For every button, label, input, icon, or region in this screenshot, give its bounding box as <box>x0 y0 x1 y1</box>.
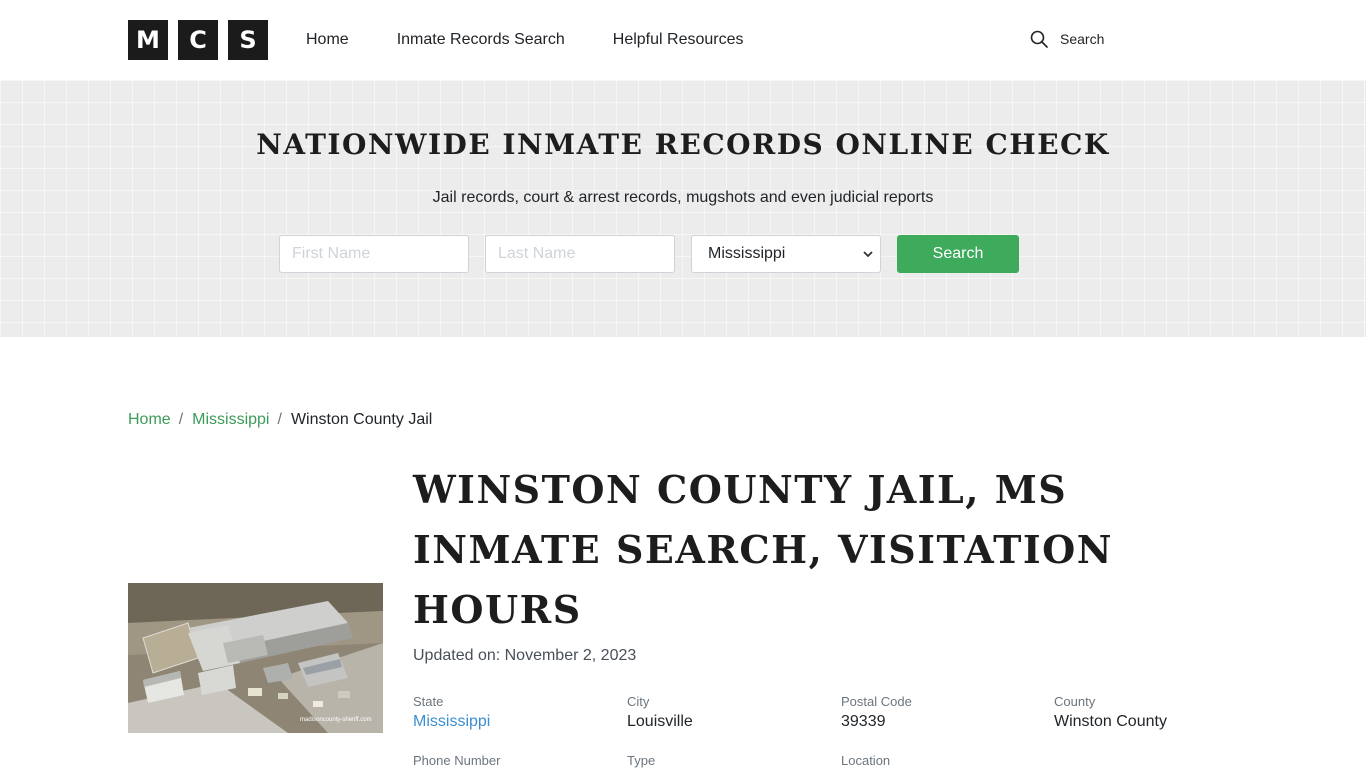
search-icon <box>1030 30 1048 48</box>
header-search-label: Search <box>1060 31 1105 47</box>
hero-search-section: NATIONWIDE INMATE RECORDS ONLINE CHECK J… <box>0 80 1366 337</box>
updated-date: Updated on: November 2, 2023 <box>413 647 637 664</box>
logo-letter-s: S <box>228 20 268 60</box>
fact-value: Louisville <box>627 713 693 730</box>
last-name-input[interactable] <box>485 235 675 273</box>
page-title: WINSTON COUNTY JAIL, MS INMATE SEARCH, V… <box>413 467 1113 632</box>
fact-value: Winston County <box>1054 713 1167 730</box>
fact-label: Type <box>627 753 656 768</box>
nav-home[interactable]: Home <box>306 30 349 50</box>
state-link[interactable]: Mississippi <box>413 711 613 733</box>
fact-label: State <box>413 694 444 709</box>
fact-location: Location <box>841 753 1041 769</box>
fact-value: 39339 <box>841 713 886 730</box>
site-logo[interactable]: M C S <box>128 20 268 60</box>
fact-type: Type <box>627 753 827 769</box>
breadcrumb-separator: / <box>178 411 184 428</box>
fact-phone-number: Phone Number <box>413 753 613 769</box>
chevron-down-icon <box>863 251 873 258</box>
logo-letter-c: C <box>178 20 218 60</box>
facility-aerial-image: madisoncounty-sheriff.com <box>128 583 383 733</box>
state-select[interactable]: Mississippi <box>691 235 881 273</box>
fact-county: County Winston County <box>1054 694 1254 733</box>
breadcrumb-mississippi[interactable]: Mississippi <box>192 411 269 429</box>
fact-label: County <box>1054 694 1096 709</box>
breadcrumb-current: Winston County Jail <box>290 411 433 428</box>
nav-helpful-resources[interactable]: Helpful Resources <box>613 30 744 50</box>
nav-inmate-records-search[interactable]: Inmate Records Search <box>397 30 565 50</box>
logo-letter-m: M <box>128 20 168 60</box>
hero-subtitle: Jail records, court & arrest records, mu… <box>432 189 934 206</box>
search-button[interactable]: Search <box>897 235 1019 273</box>
site-header: M C S Home Inmate Records Search Helpful… <box>0 0 1366 80</box>
header-search-button[interactable]: Search <box>1030 30 1104 48</box>
breadcrumb-separator: / <box>277 411 282 428</box>
state-select-value: Mississippi <box>708 245 786 262</box>
fact-label: Postal Code <box>841 694 912 709</box>
fact-label: Phone Number <box>413 753 501 768</box>
image-watermark: madisoncounty-sheriff.com <box>300 717 372 723</box>
fact-state: State Mississippi <box>413 694 613 733</box>
breadcrumb-home[interactable]: Home <box>128 411 171 429</box>
first-name-input[interactable] <box>279 235 469 273</box>
breadcrumb: Home / Mississippi / Winston County Jail <box>128 411 432 429</box>
fact-label: Location <box>841 753 891 768</box>
hero-title: NATIONWIDE INMATE RECORDS ONLINE CHECK <box>256 128 1110 161</box>
fact-city: City Louisville <box>627 694 827 733</box>
main-nav: Home Inmate Records Search Helpful Resou… <box>306 30 792 50</box>
fact-label: City <box>627 694 650 709</box>
fact-postal-code: Postal Code 39339 <box>841 694 1041 733</box>
